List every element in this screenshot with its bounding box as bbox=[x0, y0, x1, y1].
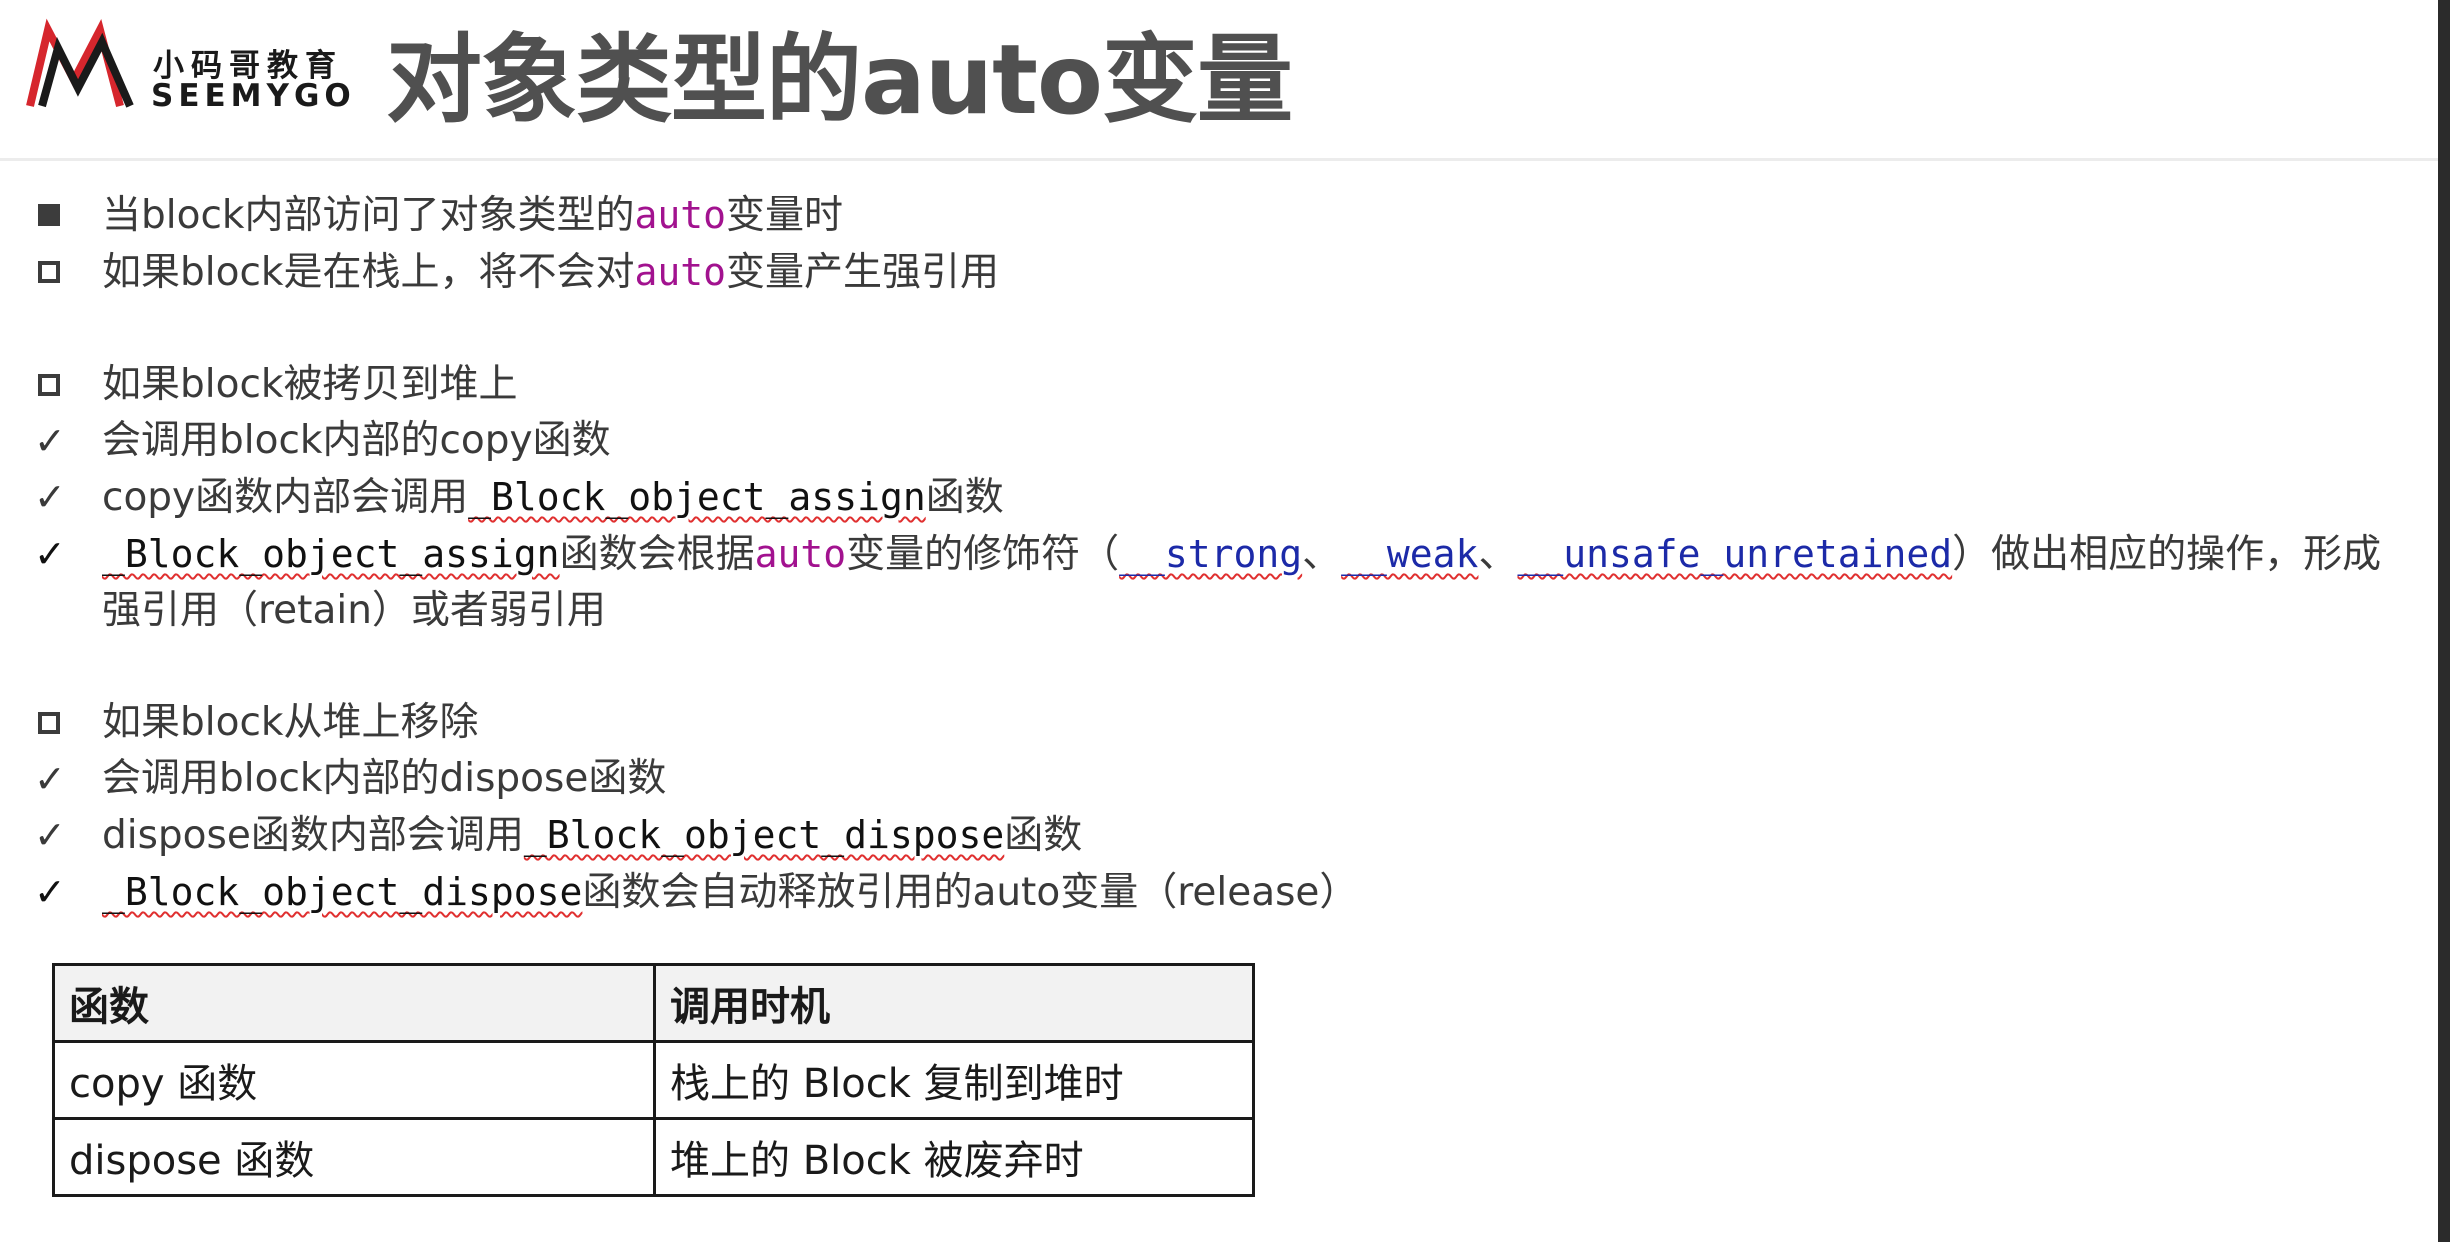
table-cell: 栈上的 Block 复制到堆时 bbox=[653, 1040, 1255, 1120]
text: 如果block从堆上移除 bbox=[102, 700, 479, 745]
call-timing-table: 函数 调用时机 copy 函数 栈上的 Block 复制到堆时 dispose … bbox=[52, 963, 1255, 1197]
code-identifier: _Block_object_dispose bbox=[523, 813, 1005, 857]
qualifier-strong: __strong bbox=[1119, 532, 1303, 576]
table-cell: dispose 函数 bbox=[52, 1117, 656, 1197]
logo: 小码哥教育 SEEMYGO bbox=[26, 18, 356, 118]
keyword: auto bbox=[754, 532, 847, 576]
hollow-square-icon bbox=[34, 244, 102, 300]
list-item: ✓ copy函数内部会调用_Block_object_assign函数 bbox=[34, 469, 2394, 526]
code-identifier: _Block_object_assign bbox=[102, 532, 560, 576]
text: 当block内部访问了对象类型的 bbox=[102, 193, 635, 238]
list-item: ✓ dispose函数内部会调用_Block_object_dispose函数 bbox=[34, 807, 2394, 864]
table-header-cell: 函数 bbox=[52, 963, 656, 1043]
text: 函数会自动释放引用的auto变量（release） bbox=[582, 870, 1359, 915]
seemygo-m-logo-icon bbox=[26, 18, 134, 108]
text: 变量时 bbox=[726, 193, 844, 238]
checkmark-icon: ✓ bbox=[34, 419, 66, 463]
text: dispose函数内部会调用 bbox=[102, 813, 524, 858]
hollow-square-icon bbox=[34, 357, 102, 413]
call-timing-table-container: 函数 调用时机 copy 函数 栈上的 Block 复制到堆时 dispose … bbox=[52, 963, 1255, 1197]
qualifier-weak: __weak bbox=[1341, 532, 1479, 576]
checkmark-icon: ✓ bbox=[34, 532, 66, 576]
page-title: 对象类型的auto变量 bbox=[386, 24, 1293, 136]
keyword: auto bbox=[634, 193, 726, 237]
text: copy函数内部会调用 bbox=[102, 475, 469, 520]
text: 函数会根据 bbox=[559, 532, 755, 577]
checkmark-icon: ✓ bbox=[34, 870, 66, 914]
table-cell: copy 函数 bbox=[52, 1040, 656, 1120]
text: 函数 bbox=[925, 475, 1004, 520]
text: 、 bbox=[1478, 532, 1518, 577]
list-item: ✓ 会调用block内部的copy函数 bbox=[34, 413, 2394, 469]
checkmark-icon: ✓ bbox=[34, 757, 66, 801]
filled-square-icon bbox=[34, 187, 102, 243]
table-cell: 堆上的 Block 被废弃时 bbox=[653, 1117, 1255, 1197]
list-item: ✓ 会调用block内部的dispose函数 bbox=[34, 751, 2394, 807]
text: 如果block被拷贝到堆上 bbox=[102, 362, 518, 407]
text: 会调用block内部的dispose函数 bbox=[102, 756, 667, 801]
hollow-square-icon bbox=[34, 695, 102, 751]
list-item: 如果block是在栈上，将不会对auto变量产生强引用 bbox=[34, 244, 2394, 301]
code-identifier: _Block_object_dispose bbox=[102, 870, 583, 914]
table-row: dispose 函数 堆上的 Block 被废弃时 bbox=[52, 1117, 1255, 1197]
slide-content: 当block内部访问了对象类型的auto变量时 如果block是在栈上，将不会对… bbox=[34, 187, 2394, 921]
text: 变量的修饰符（ bbox=[846, 532, 1120, 577]
list-item: 如果block从堆上移除 bbox=[34, 695, 2394, 751]
list-item: 如果block被拷贝到堆上 bbox=[34, 357, 2394, 413]
text: 变量产生强引用 bbox=[726, 250, 1000, 295]
slide-header: 小码哥教育 SEEMYGO 对象类型的auto变量 bbox=[0, 0, 2438, 161]
list-item: 当block内部访问了对象类型的auto变量时 bbox=[34, 187, 2394, 244]
table-header-row: 函数 调用时机 bbox=[52, 963, 1255, 1043]
keyword: auto bbox=[634, 250, 726, 294]
list-item: ✓ _Block_object_dispose函数会自动释放引用的auto变量（… bbox=[34, 864, 2394, 921]
table-row: copy 函数 栈上的 Block 复制到堆时 bbox=[52, 1040, 1255, 1120]
logo-english-text: SEEMYGO bbox=[151, 78, 356, 114]
text: 、 bbox=[1302, 532, 1342, 577]
window-edge bbox=[2438, 0, 2450, 1242]
qualifier-unsafe-unretained: __unsafe_unretained bbox=[1517, 532, 1953, 576]
table-header-cell: 调用时机 bbox=[653, 963, 1255, 1043]
text: 函数 bbox=[1004, 813, 1083, 858]
checkmark-icon: ✓ bbox=[34, 813, 66, 857]
text: 会调用block内部的copy函数 bbox=[102, 418, 611, 463]
checkmark-icon: ✓ bbox=[34, 475, 66, 519]
list-item: ✓ _Block_object_assign函数会根据auto变量的修饰符（__… bbox=[34, 526, 2394, 639]
text: 如果block是在栈上，将不会对 bbox=[102, 250, 635, 295]
code-identifier: _Block_object_assign bbox=[468, 475, 926, 519]
